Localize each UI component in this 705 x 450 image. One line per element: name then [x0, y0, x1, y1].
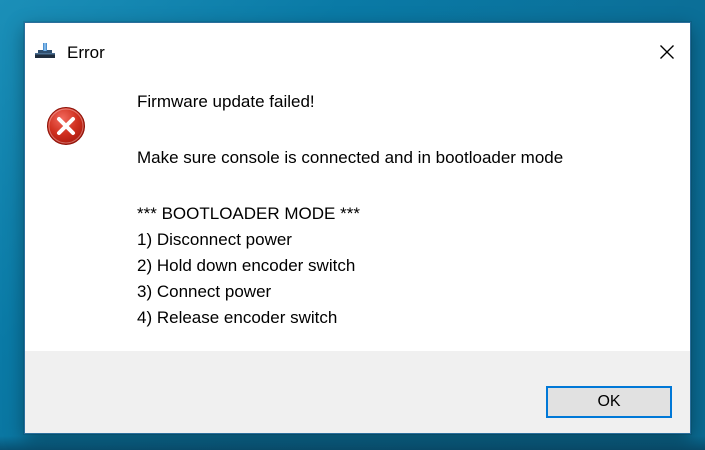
bootloader-step: 2) Hold down encoder switch	[137, 256, 356, 275]
message-heading: Firmware update failed!	[137, 92, 315, 111]
bootloader-step: 1) Disconnect power	[137, 230, 292, 249]
tool-app-icon	[34, 43, 56, 59]
desktop-background	[0, 436, 705, 450]
bootloader-title: *** BOOTLOADER MODE ***	[137, 204, 360, 223]
window-title: Error	[67, 43, 105, 62]
title-bar[interactable]: Error	[25, 23, 690, 63]
bootloader-step: 3) Connect power	[137, 282, 272, 301]
close-icon	[659, 44, 675, 60]
dialog-footer: OK	[25, 351, 690, 433]
message-instruction: Make sure console is connected and in bo…	[137, 148, 564, 167]
bootloader-step: 4) Release encoder switch	[137, 308, 338, 327]
ok-button[interactable]: OK	[546, 386, 672, 418]
error-icon	[46, 106, 86, 146]
error-dialog: Error Firmware update failed! Make sure …	[24, 22, 691, 434]
error-message: Firmware update failed! Make sure consol…	[137, 89, 563, 331]
